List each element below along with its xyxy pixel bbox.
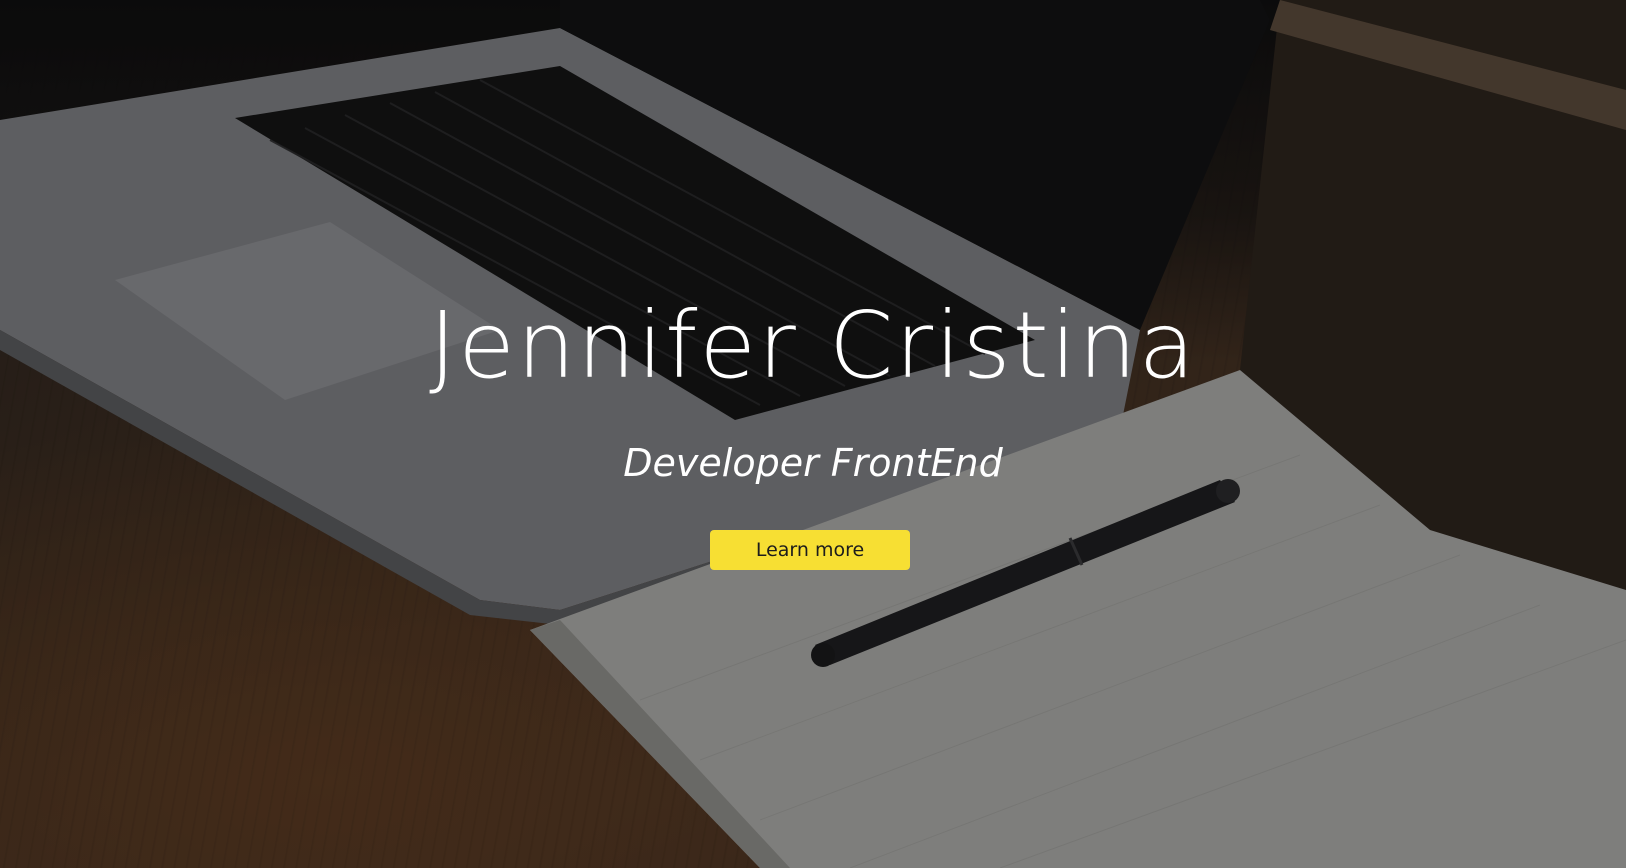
hero-content: Jennifer Cristina Developer FrontEnd Lea… [0,0,1626,868]
hero-name: Jennifer Cristina [429,292,1197,399]
hero-section: Jennifer Cristina Developer FrontEnd Lea… [0,0,1626,868]
hero-role: Developer FrontEnd [623,441,1003,485]
learn-more-button[interactable]: Learn more [710,530,910,570]
